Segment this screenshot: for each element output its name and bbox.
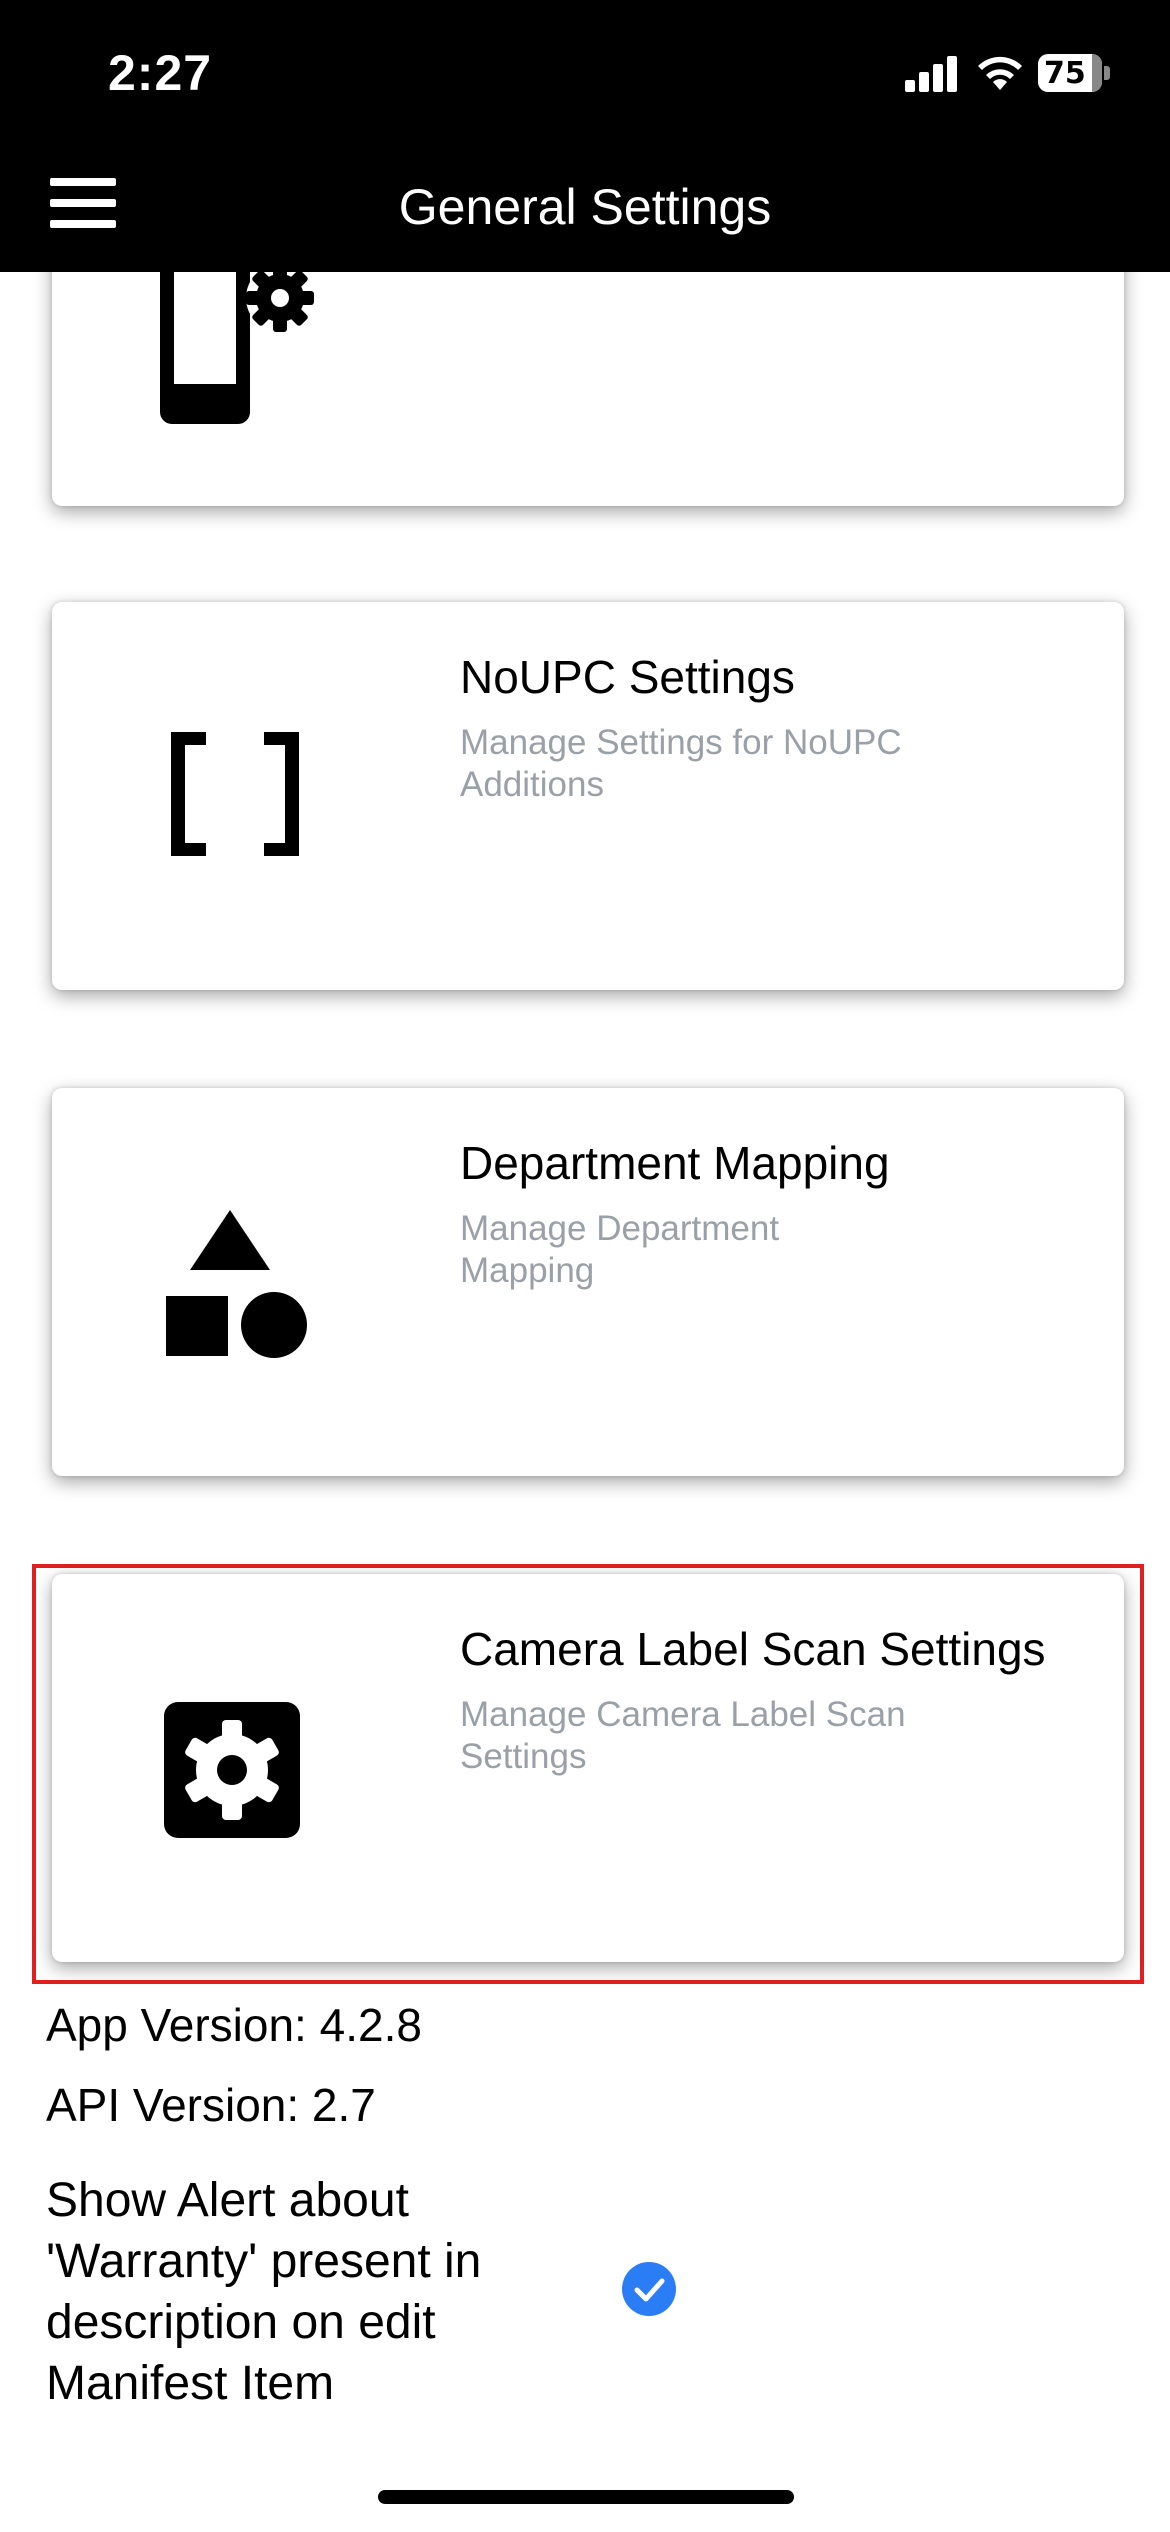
card-subtitle: Manage Camera Label Scan Settings — [460, 1695, 906, 1776]
warranty-alert-label: Show Alert about 'Warranty' present in d… — [46, 2174, 482, 2410]
home-indicator[interactable] — [378, 2490, 794, 2504]
gear-icon — [164, 1702, 300, 1838]
api-version: API Version: 2.7 — [46, 2079, 376, 2131]
shapes-icon — [164, 1208, 314, 1358]
app-version: App Version: 4.2.8 — [46, 1999, 422, 2051]
battery-icon: 75 — [1038, 54, 1110, 92]
page-title: General Settings — [398, 179, 772, 235]
brackets-icon — [170, 731, 300, 857]
top-bar: 2:27 75 General Settings — [0, 0, 1170, 272]
card-subtitle: Manage Department Mapping — [460, 1209, 780, 1290]
wifi-icon — [978, 56, 1022, 90]
settings-card-noupc[interactable]: NoUPC Settings Manage Settings for NoUPC… — [52, 602, 1124, 990]
card-title: NoUPC Settings — [460, 651, 795, 703]
status-time: 2:27 — [108, 45, 213, 101]
settings-card-camera-label-scan[interactable]: Camera Label Scan Settings Manage Camera… — [52, 1574, 1124, 1962]
card-subtitle: Manage Settings for NoUPC Additions — [460, 723, 902, 804]
warranty-alert-checkbox[interactable] — [622, 2262, 676, 2316]
device-settings-icon — [152, 244, 322, 424]
checkmark-icon — [634, 2278, 665, 2302]
card-title: Department Mapping — [460, 1137, 890, 1189]
settings-card-department-mapping[interactable]: Department Mapping Manage Department Map… — [52, 1088, 1124, 1476]
battery-level: 75 — [1044, 56, 1086, 91]
cellular-signal-icon — [905, 56, 959, 92]
card-title: Camera Label Scan Settings — [460, 1623, 1046, 1675]
